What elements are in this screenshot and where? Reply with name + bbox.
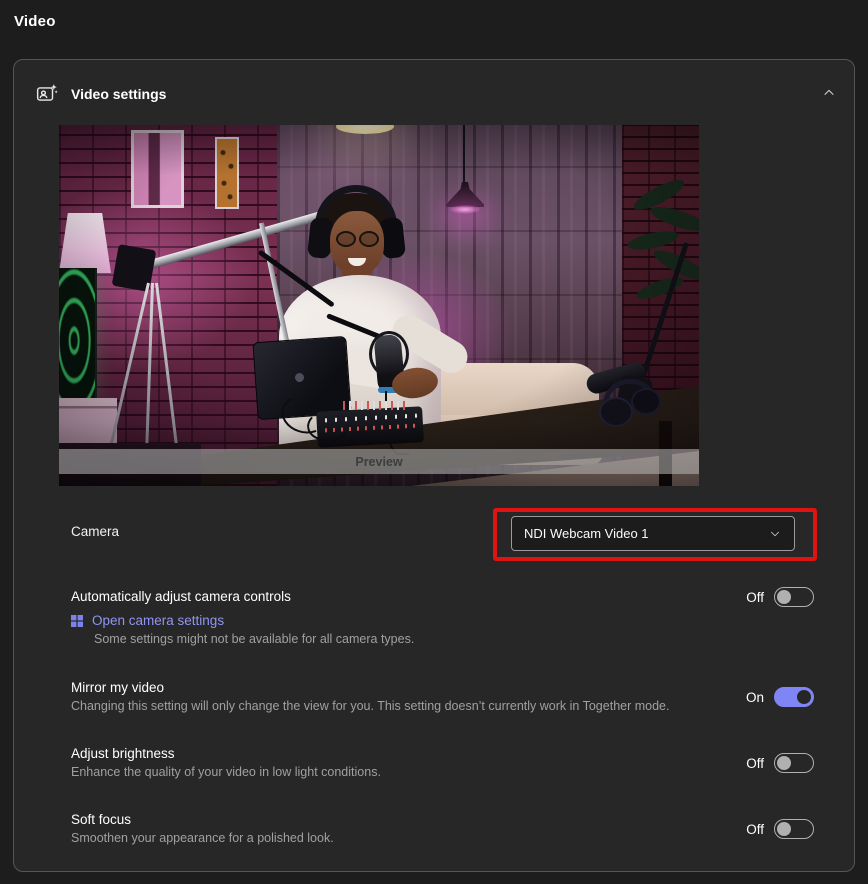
auto-adjust-toggle[interactable] [774,587,814,607]
setting-description: Some settings might not be available for… [94,632,414,646]
toggle-state-label: Off [746,590,764,605]
studio-pendant-cord [463,125,465,185]
studio-laptop-logo [295,373,304,382]
setting-title-adjust-brightness: Adjust brightness [71,746,175,761]
setting-title-mirror-video: Mirror my video [71,680,164,695]
preview-label: Preview [355,455,402,469]
mixer-patch-cables [343,401,407,410]
toggle-knob [777,822,791,836]
open-camera-settings-link[interactable]: Open camera settings [71,613,224,628]
studio-pendant-glow [450,205,480,214]
setting-title-soft-focus: Soft focus [71,812,131,827]
video-settings-panel: Video settings [13,59,855,872]
desk-headphones-earcup [599,397,633,427]
panel-title: Video settings [71,86,166,102]
studio-telescope-mount [112,244,157,292]
setting-description: Enhance the quality of your video in low… [71,765,381,779]
studio-floor-lamp-shade [59,213,111,273]
setting-title-auto-adjust: Automatically adjust camera controls [71,589,291,604]
toggle-knob [777,756,791,770]
toggle-group-adjust-brightness: Off [746,753,814,773]
toggle-group-soft-focus: Off [746,819,814,839]
studio-tv-screen [59,268,97,400]
open-camera-settings-label: Open camera settings [92,613,224,628]
toggle-group-auto-adjust: Off [746,587,814,607]
studio-wall-art-frame [215,137,239,209]
page-title: Video [14,13,56,30]
video-settings-icon [36,83,58,105]
soft-focus-toggle[interactable] [774,819,814,839]
camera-dropdown-value: NDI Webcam Video 1 [524,526,649,541]
toggle-state-label: Off [746,822,764,837]
adjust-brightness-toggle[interactable] [774,753,814,773]
mirror-video-toggle[interactable] [774,687,814,707]
camera-label: Camera [71,524,119,539]
person-glasses-lens [336,231,356,247]
chevron-up-icon [821,85,837,101]
setting-description: Smoothen your appearance for a polished … [71,831,334,845]
setting-description: Changing this setting will only change t… [71,699,669,713]
camera-preview-image: Preview [59,125,699,486]
chevron-down-icon [768,527,782,541]
person-glasses-lens [359,231,379,247]
collapse-section-button[interactable] [816,80,842,106]
toggle-state-label: On [746,690,764,705]
studio-wall-picture-frame [131,130,184,208]
windows-logo-icon [71,615,83,627]
toggle-knob [797,690,811,704]
toggle-knob [777,590,791,604]
camera-dropdown[interactable]: NDI Webcam Video 1 [511,516,795,551]
toggle-state-label: Off [746,756,764,771]
preview-overlay-bar: Preview [59,449,699,474]
desk-headphones-earcup [631,388,661,415]
toggle-group-mirror-video: On [746,687,814,707]
